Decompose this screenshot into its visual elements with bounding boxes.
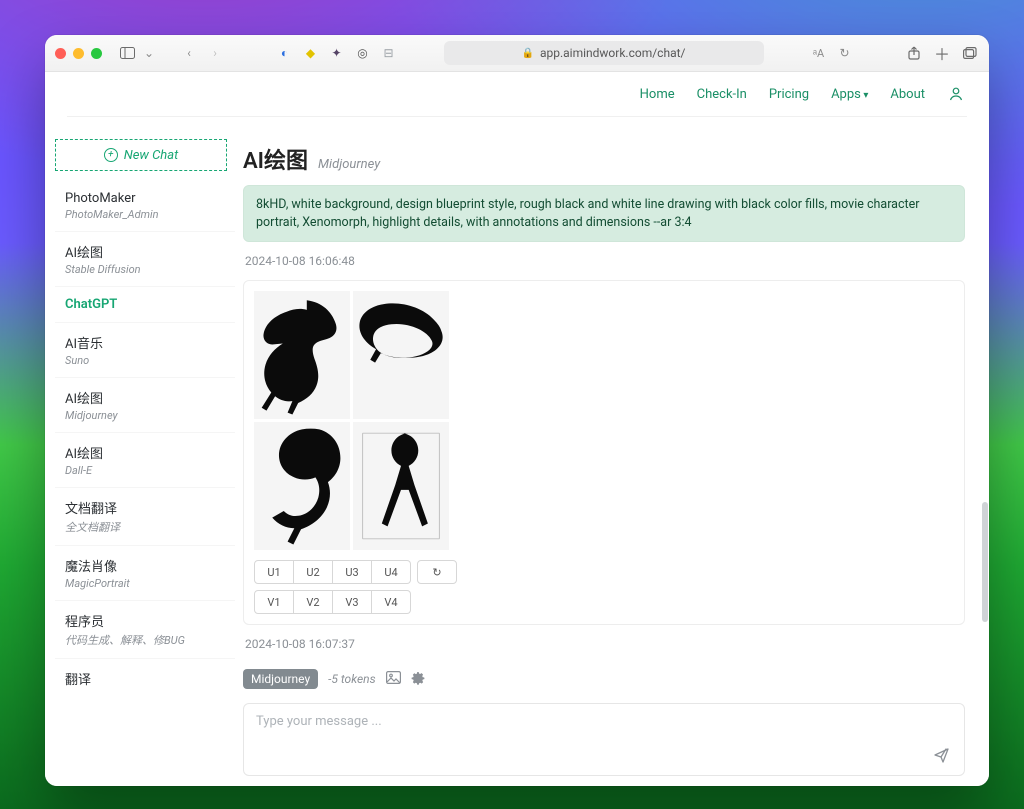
- extension-icon-4[interactable]: ◎: [354, 44, 372, 62]
- sidebar-item-photomaker[interactable]: PhotoMaker PhotoMaker_Admin: [55, 181, 235, 232]
- nav-pricing[interactable]: Pricing: [769, 87, 809, 102]
- settings-icon[interactable]: [411, 671, 425, 688]
- forward-button[interactable]: ›: [206, 44, 224, 62]
- mj-u1-button[interactable]: U1: [254, 560, 294, 584]
- extension-icon-1[interactable]: ◐: [276, 44, 294, 62]
- extension-icon-2[interactable]: ◆: [302, 44, 320, 62]
- composer-toolbar: Midjourney -5 tokens: [243, 669, 965, 689]
- lock-icon: 🔒: [522, 48, 534, 59]
- address-bar[interactable]: 🔒 app.aimindwork.com/chat/: [444, 41, 764, 65]
- conversation-scroll: 8kHD, white background, design blueprint…: [243, 185, 965, 776]
- mj-reroll-button[interactable]: ↻: [417, 560, 457, 584]
- mj-result-card: U1 U2 U3 U4 ↻ V1 V2: [243, 280, 965, 625]
- new-tab-button[interactable]: ＋: [933, 44, 951, 62]
- refresh-icon: ↻: [432, 566, 441, 579]
- sidebar-item-midjourney[interactable]: AI绘图 Midjourney: [55, 378, 235, 433]
- nav-home[interactable]: Home: [640, 87, 675, 102]
- close-window-button[interactable]: [55, 48, 66, 59]
- nav-apps-dropdown[interactable]: Apps: [831, 87, 868, 102]
- user-prompt-bubble: 8kHD, white background, design blueprint…: [243, 185, 965, 242]
- mj-image-3[interactable]: [254, 422, 350, 550]
- nav-about[interactable]: About: [890, 87, 925, 102]
- mj-v1-button[interactable]: V1: [254, 590, 294, 614]
- sidebar-item-suno[interactable]: AI音乐 Suno: [55, 323, 235, 378]
- sidebar-item-chatgpt[interactable]: ChatGPT: [55, 287, 235, 323]
- tabs-overview-button[interactable]: [961, 44, 979, 62]
- user-prompt-text: 8kHD, white background, design blueprint…: [256, 197, 919, 230]
- mj-v4-button[interactable]: V4: [372, 590, 411, 614]
- top-nav: Home Check-In Pricing Apps About: [45, 72, 989, 116]
- sidebar-item-doctranslate[interactable]: 文档翻译 全文档翻译: [55, 488, 235, 546]
- new-chat-label: New Chat: [124, 148, 179, 163]
- reader-icon[interactable]: ᵃA: [810, 44, 828, 62]
- mj-v3-button[interactable]: V3: [333, 590, 372, 614]
- zoom-window-button[interactable]: [91, 48, 102, 59]
- mj-image-4[interactable]: [353, 422, 449, 550]
- window-controls: [55, 48, 102, 59]
- extension-icon-3[interactable]: ✦: [328, 44, 346, 62]
- chat-sidebar: + New Chat PhotoMaker PhotoMaker_Admin A…: [45, 129, 235, 786]
- share-button[interactable]: [905, 44, 923, 62]
- mj-u4-button[interactable]: U4: [372, 560, 411, 584]
- new-chat-button[interactable]: + New Chat: [55, 139, 227, 171]
- page-content: Home Check-In Pricing Apps About + New C…: [45, 72, 989, 786]
- image-attach-icon[interactable]: [386, 671, 401, 687]
- nav-separator: [67, 116, 967, 117]
- mj-u2-button[interactable]: U2: [294, 560, 333, 584]
- nav-checkin[interactable]: Check-In: [697, 87, 747, 102]
- mj-upscale-row: U1 U2 U3 U4 ↻: [254, 560, 954, 584]
- page-subtitle-text: Midjourney: [318, 157, 380, 172]
- mj-image-1[interactable]: [254, 291, 350, 419]
- mj-v2-button[interactable]: V2: [294, 590, 333, 614]
- page-title: AI绘图 Midjourney: [243, 143, 965, 175]
- sidebar-item-translate[interactable]: 翻译: [55, 659, 235, 698]
- model-tag[interactable]: Midjourney: [243, 669, 318, 689]
- mj-image-2[interactable]: [353, 291, 449, 419]
- url-text: app.aimindwork.com/chat/: [540, 46, 686, 60]
- scrollbar-thumb[interactable]: [982, 502, 988, 622]
- mj-variation-row: V1 V2 V3 V4: [254, 590, 954, 614]
- reload-button[interactable]: ↻: [836, 44, 854, 62]
- timestamp-1: 2024-10-08 16:06:48: [243, 250, 965, 272]
- desktop-wallpaper: ⌄ ‹ › ◐ ◆ ✦ ◎ ⊟ 🔒 app.aimindwork.com/cha…: [0, 0, 1024, 809]
- browser-toolbar: ⌄ ‹ › ◐ ◆ ✦ ◎ ⊟ 🔒 app.aimindwork.com/cha…: [45, 35, 989, 72]
- message-input[interactable]: [244, 704, 964, 775]
- minimize-window-button[interactable]: [73, 48, 84, 59]
- send-button[interactable]: [930, 743, 954, 767]
- browser-window: ⌄ ‹ › ◐ ◆ ✦ ◎ ⊟ 🔒 app.aimindwork.com/cha…: [45, 35, 989, 786]
- chevron-down-icon[interactable]: ⌄: [144, 44, 154, 62]
- message-input-area: [243, 703, 965, 776]
- back-button[interactable]: ‹: [180, 44, 198, 62]
- sidebar-item-magicportrait[interactable]: 魔法肖像 MagicPortrait: [55, 546, 235, 601]
- sidebar-item-stablediffusion[interactable]: AI绘图 Stable Diffusion: [55, 232, 235, 287]
- extension-icon-5[interactable]: ⊟: [380, 44, 398, 62]
- sidebar-toggle-button[interactable]: [118, 44, 136, 62]
- mj-u3-button[interactable]: U3: [333, 560, 372, 584]
- page-title-text: AI绘图: [243, 143, 308, 175]
- main-column: AI绘图 Midjourney 8kHD, white background, …: [235, 129, 989, 786]
- timestamp-2: 2024-10-08 16:07:37: [243, 633, 965, 655]
- token-count: -5 tokens: [328, 672, 375, 686]
- sidebar-item-programmer[interactable]: 程序员 代码生成、解释、修BUG: [55, 601, 235, 659]
- plus-icon: +: [104, 148, 118, 162]
- user-icon[interactable]: [947, 85, 965, 103]
- sidebar-item-dalle[interactable]: AI绘图 Dall-E: [55, 433, 235, 488]
- mj-image-grid[interactable]: [254, 291, 449, 550]
